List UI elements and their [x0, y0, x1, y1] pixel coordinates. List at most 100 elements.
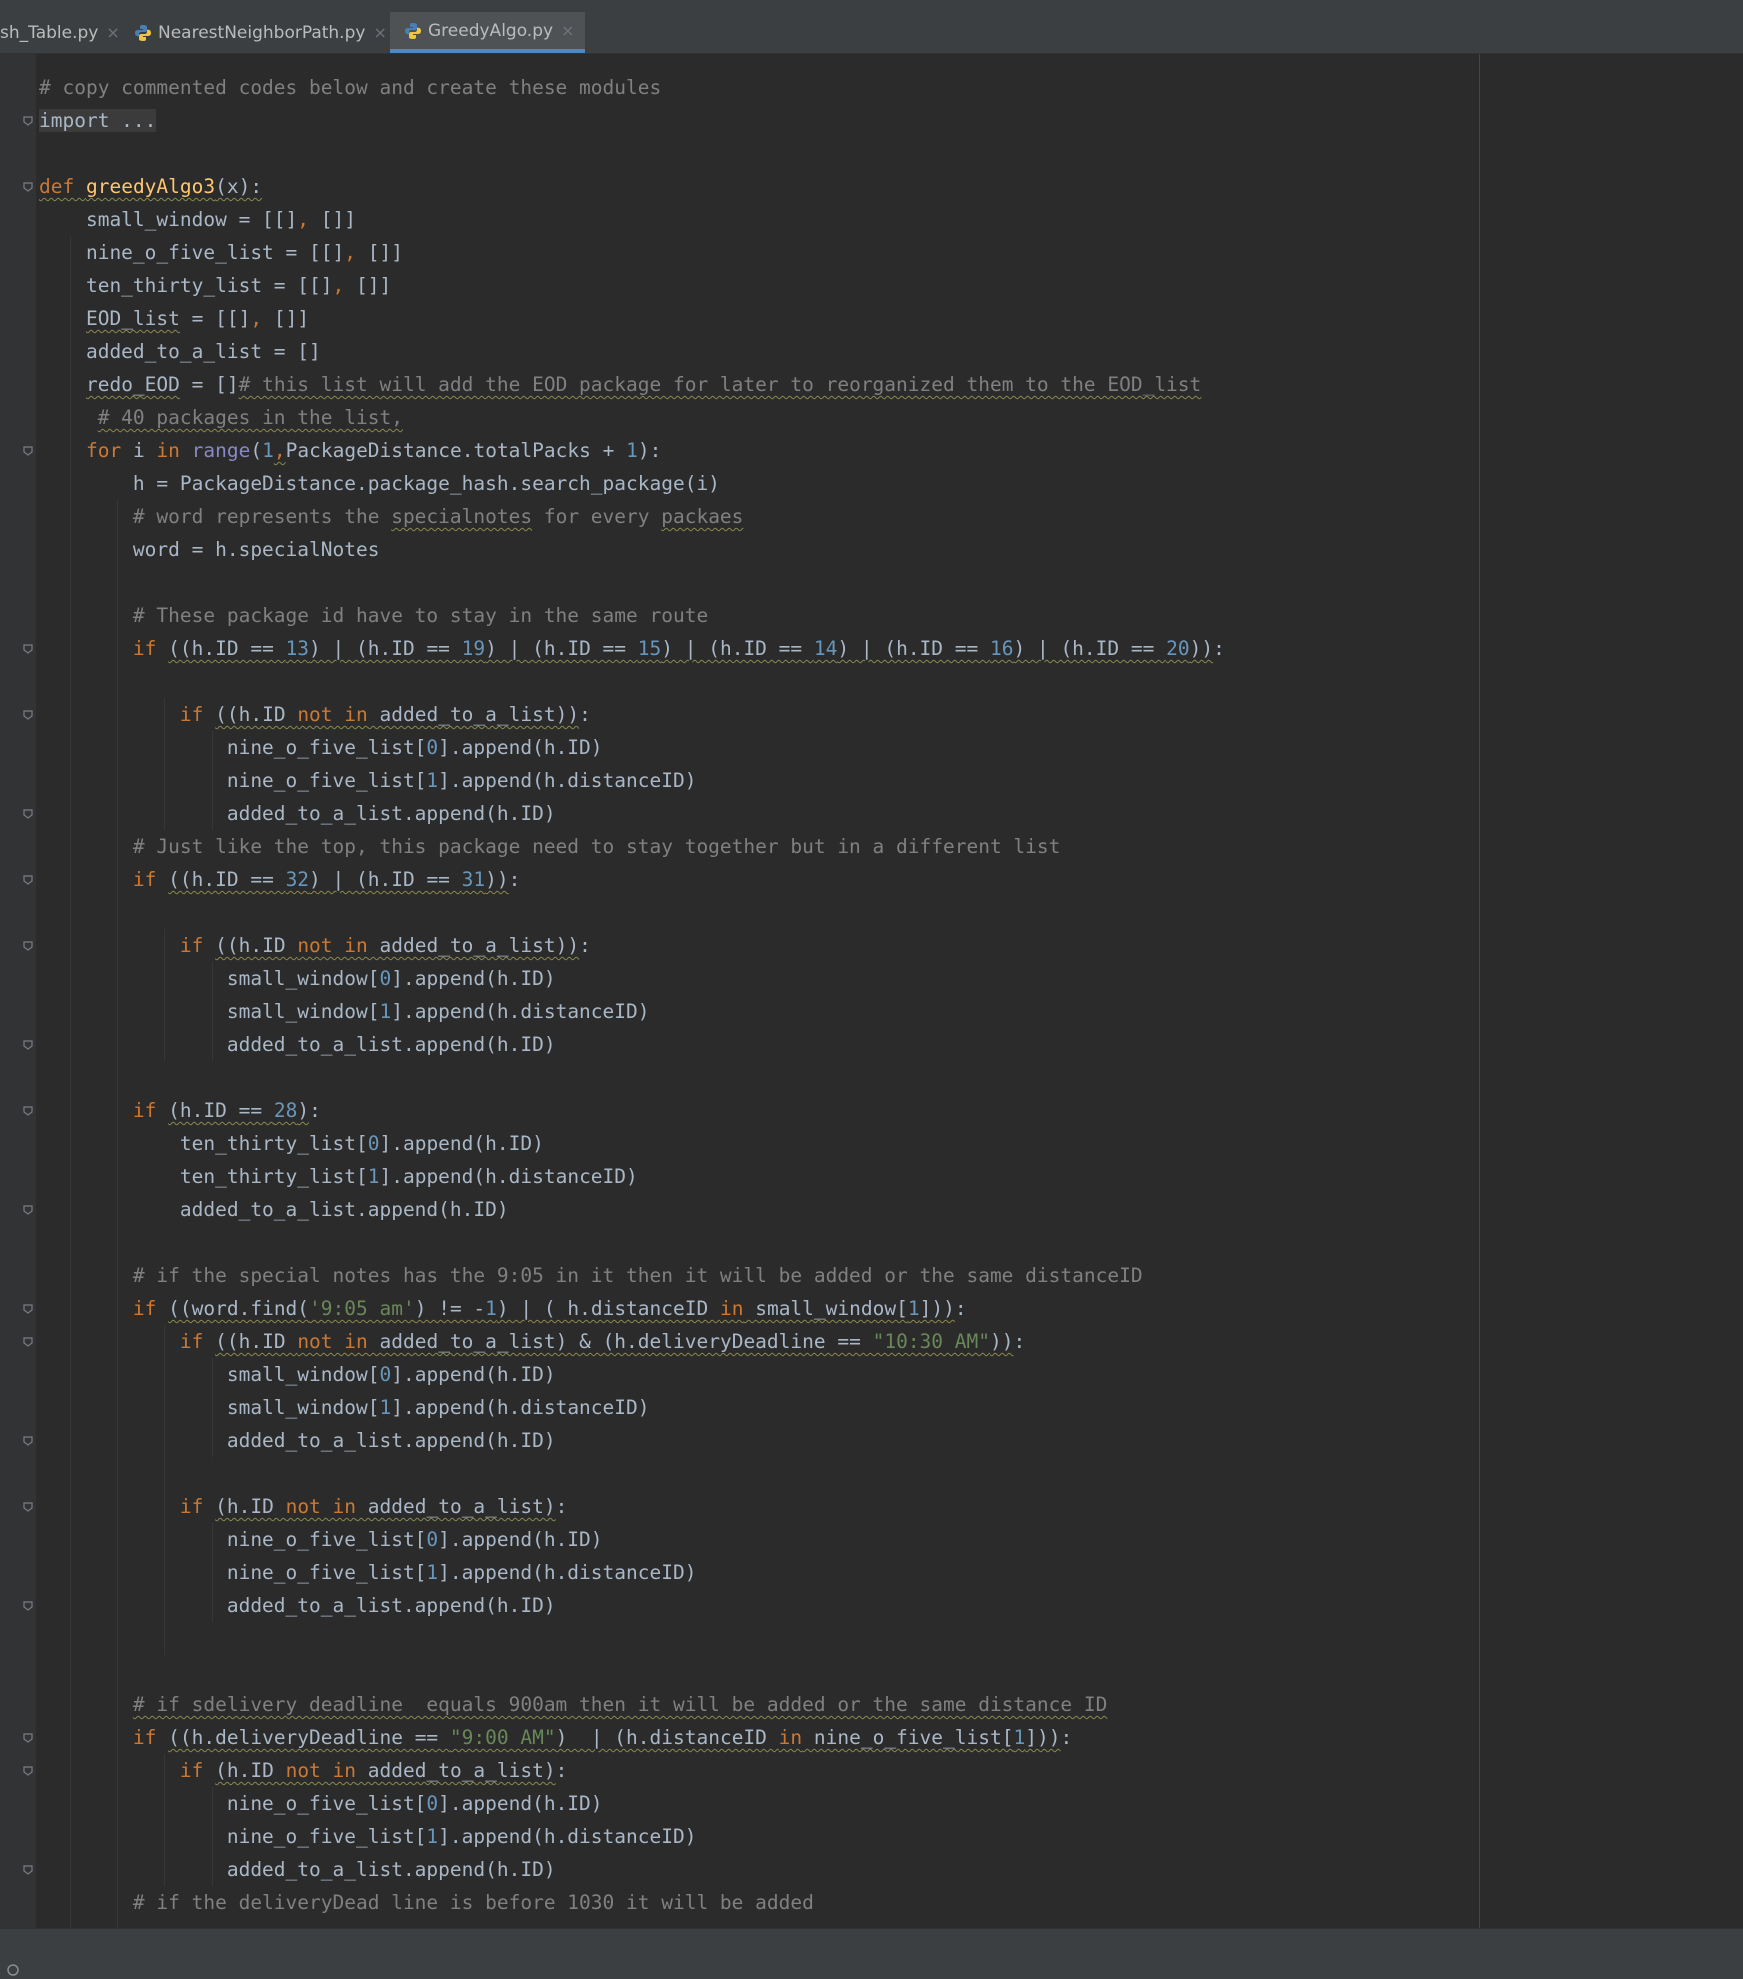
tab-greedy-algo[interactable]: GreedyAlgo.py ×: [390, 12, 585, 53]
code-token: ].append(h.distanceID): [438, 769, 697, 792]
code-token: added_to_a_list.append(h.ID): [39, 1033, 556, 1056]
code-line: import ...: [39, 104, 157, 137]
code-token: ) | (h.ID ==: [661, 637, 814, 660]
code-token: ,: [332, 274, 345, 297]
fold-marker-icon[interactable]: [22, 709, 34, 721]
tab-hash-table[interactable]: sh_Table.py ×: [0, 12, 120, 53]
code-token: ) | (h.ID ==: [837, 637, 990, 660]
tab-nearest-neighbor-path[interactable]: NearestNeighborPath.py ×: [134, 12, 387, 53]
code-line: ten_thirty_list = [[], []]: [39, 269, 391, 302]
code-line: # word represents the specialnotes for e…: [39, 500, 744, 533]
code-line: # copy commented codes below and create …: [39, 71, 661, 104]
code-token: # These package id have to stay in the s…: [132, 604, 709, 627]
code-token: 1: [626, 439, 638, 462]
code-line: for i in range(1,PackageDistance.totalPa…: [39, 434, 661, 467]
code-token: small_window[: [39, 967, 380, 990]
fold-marker-icon[interactable]: [22, 1039, 34, 1051]
code-token: :: [555, 1495, 568, 1518]
code-token: i: [121, 439, 157, 462]
code-token: 1: [907, 1297, 920, 1320]
code-token: added_to_a_list)): [367, 703, 580, 726]
code-token: def: [39, 175, 75, 198]
code-token: ten_thirty_list = [[]: [39, 274, 333, 297]
tab-label: sh_Table.py: [0, 22, 99, 43]
fold-marker-icon[interactable]: [22, 1336, 34, 1348]
fold-marker-icon[interactable]: [22, 1105, 34, 1117]
code-line: nine_o_five_list[0].append(h.ID): [39, 1787, 603, 1820]
fold-marker-icon[interactable]: [22, 181, 34, 193]
code-token: small_window[: [39, 1363, 380, 1386]
status-bar-icon[interactable]: [6, 1963, 20, 1977]
code-token: ): [297, 1099, 310, 1122]
fold-marker-icon[interactable]: [22, 115, 34, 127]
fold-marker-icon[interactable]: [22, 1435, 34, 1447]
code-token: for: [85, 439, 122, 462]
code-token: nine_o_five_list[: [39, 1528, 427, 1551]
fold-marker-icon[interactable]: [22, 808, 34, 820]
code-line: if ((h.deliveryDeadline == "9:00 AM") | …: [39, 1721, 1072, 1754]
code-token: added_to_a_list.append(h.ID): [39, 802, 556, 825]
fold-marker-icon[interactable]: [22, 940, 34, 952]
code-line: nine_o_five_list[1].append(h.distanceID): [39, 1556, 697, 1589]
code-token: added_to_a_list): [356, 1759, 556, 1782]
code-token: ,: [273, 439, 286, 462]
fold-marker-icon[interactable]: [22, 1765, 34, 1777]
code-token: added_to_a_list = []: [39, 340, 321, 363]
code-token: if: [132, 637, 157, 660]
fold-marker-icon[interactable]: [22, 445, 34, 457]
code-token: # if the special notes has the 9:05 in i…: [132, 1264, 1143, 1287]
code-token: ].append(h.distanceID): [391, 1396, 650, 1419]
fold-marker-icon[interactable]: [22, 643, 34, 655]
code-token: in: [778, 1726, 803, 1749]
code-token: )): [1189, 637, 1214, 660]
code-line: small_window[1].append(h.distanceID): [39, 995, 650, 1028]
close-icon[interactable]: ×: [373, 23, 386, 42]
code-token: :: [309, 1099, 321, 1122]
code-token: specialnotes: [391, 505, 533, 528]
code-editor[interactable]: # copy commented codes below and create …: [36, 54, 1743, 1952]
fold-marker-icon[interactable]: [22, 1600, 34, 1612]
code-token: redo_EOD: [85, 373, 180, 396]
code-token: 1: [485, 1297, 497, 1320]
editor-gutter[interactable]: [0, 54, 36, 1928]
fold-marker-icon[interactable]: [22, 874, 34, 886]
fold-marker-icon[interactable]: [22, 1204, 34, 1216]
fold-marker-icon[interactable]: [22, 1732, 34, 1744]
fold-marker-icon[interactable]: [22, 1864, 34, 1876]
code-line: EOD_list = [[], []]: [39, 302, 309, 335]
code-token: not in: [297, 703, 368, 726]
code-token: added_to_a_list.append(h.ID): [39, 1198, 509, 1221]
code-token: 1: [262, 439, 274, 462]
code-token: (h.ID: [215, 1495, 286, 1518]
code-token: ].append(h.ID): [438, 1528, 603, 1551]
close-icon[interactable]: ×: [561, 21, 574, 40]
close-icon[interactable]: ×: [106, 23, 119, 42]
code-token: ):: [637, 439, 662, 462]
code-token: added_to_a_list): [356, 1495, 556, 1518]
fold-marker-icon[interactable]: [22, 1303, 34, 1315]
code-token: ten_thirty_list[: [39, 1165, 368, 1188]
code-token: :: [954, 1297, 967, 1320]
code-token: :: [555, 1759, 568, 1782]
code-token: nine_o_five_list[: [39, 736, 427, 759]
code-token: nine_o_five_list[: [39, 1561, 427, 1584]
fold-marker-icon[interactable]: [22, 1501, 34, 1513]
code-token: 0: [379, 967, 392, 990]
code-token: added_to_a_list)): [367, 934, 580, 957]
code-token: ) | (h.ID ==: [485, 637, 638, 660]
tab-label: NearestNeighborPath.py: [158, 22, 366, 43]
code-token: added_to_a_list.append(h.ID): [39, 1429, 556, 1452]
code-line: nine_o_five_list = [[], []]: [39, 236, 403, 269]
